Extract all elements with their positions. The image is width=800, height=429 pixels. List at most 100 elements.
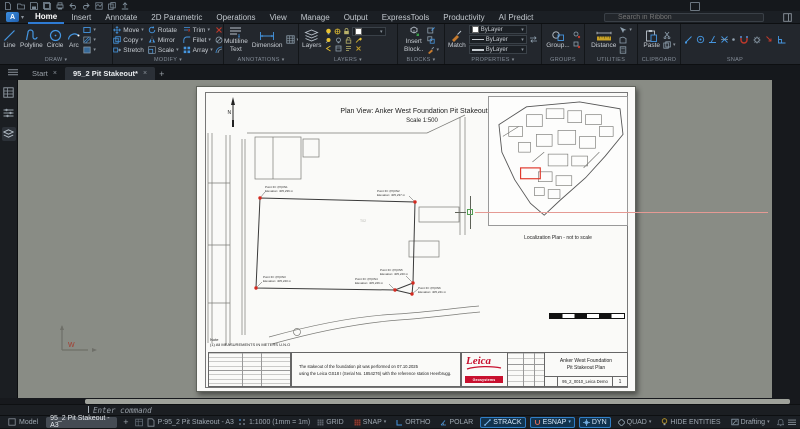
layer-freeze-icon[interactable] xyxy=(334,28,341,35)
properties-section-label[interactable]: PROPERTIES▾ xyxy=(445,55,541,64)
blocks-section-label[interactable]: BLOCKS▾ xyxy=(398,55,444,64)
trim-button[interactable]: Trim▾ xyxy=(183,25,213,35)
tab-productivity[interactable]: Productivity xyxy=(436,11,491,24)
filters-panel-button[interactable] xyxy=(2,106,16,120)
snap-center-icon[interactable] xyxy=(696,35,705,44)
block-attach-button[interactable] xyxy=(427,36,440,44)
distance-button[interactable]: Distance xyxy=(590,30,617,50)
lineweight-combo[interactable]: ByLayer▾ xyxy=(469,45,527,54)
snap-settings-icon[interactable] xyxy=(752,35,762,45)
print-icon[interactable] xyxy=(56,2,64,10)
new-file-icon[interactable] xyxy=(4,2,12,10)
doc-tab-current[interactable]: 95_2 Pit Stakeout*× xyxy=(65,67,155,80)
color-combo[interactable]: ByLayer▾ xyxy=(469,25,527,34)
layer-states-icon[interactable] xyxy=(335,45,342,52)
offset-button[interactable] xyxy=(215,46,223,54)
layer-previous-icon[interactable] xyxy=(325,45,332,52)
close-icon[interactable]: × xyxy=(143,70,147,77)
toggle-dyn[interactable]: DYN xyxy=(579,417,611,428)
tab-2d-parametric[interactable]: 2D Parametric xyxy=(144,11,209,24)
stretch-button[interactable]: Stretch xyxy=(113,45,144,55)
layer-match-icon[interactable] xyxy=(355,37,362,44)
tab-expresstools[interactable]: ExpressTools xyxy=(375,11,437,24)
statusbar-menu-icon[interactable] xyxy=(788,419,796,426)
notifications-bell-icon[interactable] xyxy=(777,418,784,427)
layer-delete-icon[interactable] xyxy=(355,45,362,52)
groups-section-label[interactable]: GROUPS xyxy=(542,55,584,64)
layer-select-combo[interactable]: ▾ xyxy=(352,27,386,36)
rectangle-button[interactable]: ▾ xyxy=(83,26,96,34)
annotations-section-label[interactable]: ANNOTATIONS▾ xyxy=(224,55,298,64)
layout-list-icon[interactable] xyxy=(135,418,143,427)
copy-button[interactable]: Copy▾ xyxy=(113,35,144,45)
scale-button[interactable]: Scale▾ xyxy=(148,45,179,55)
tab-manage[interactable]: Manage xyxy=(294,11,337,24)
rotate-button[interactable]: Rotate xyxy=(148,25,179,35)
drawing-canvas[interactable]: N Plan View: Anker West Foundation Pit S… xyxy=(18,80,772,398)
paste-button[interactable]: Paste xyxy=(642,29,661,50)
id-point-button[interactable]: ▾ xyxy=(619,26,632,34)
layout-tab[interactable]: 95_2 Pit Stakeout - A3 xyxy=(46,417,117,428)
tab-view[interactable]: View xyxy=(263,11,294,24)
snap-intersection-icon[interactable] xyxy=(720,35,729,44)
mirror-button[interactable]: Mirror xyxy=(148,35,179,45)
multiline-text-button[interactable]: MultilineText xyxy=(223,26,249,53)
layer-merge-icon[interactable] xyxy=(345,45,352,52)
toggle-polar[interactable]: POLAR xyxy=(437,417,476,428)
layers-panel-button[interactable] xyxy=(2,127,16,141)
match-properties-button[interactable]: Match xyxy=(447,30,467,50)
properties-panel-button[interactable] xyxy=(2,85,16,99)
window-icon[interactable] xyxy=(690,2,700,11)
calculator-button[interactable] xyxy=(619,46,632,54)
app-menu-chevron-icon[interactable]: ▾ xyxy=(21,14,24,21)
group-button[interactable]: Group... xyxy=(545,30,570,50)
linetype-combo[interactable]: ByLayer▾ xyxy=(469,35,527,44)
model-tab[interactable]: Model xyxy=(4,417,42,428)
ungroup-button[interactable] xyxy=(573,31,581,39)
save-icon[interactable] xyxy=(30,2,38,10)
block-brush-button[interactable]: ▾ xyxy=(427,46,440,54)
copy-clip-button[interactable]: ▾ xyxy=(663,41,676,49)
polyline-button[interactable]: Polyline xyxy=(19,29,44,50)
toggle-esnap[interactable]: ESNAP▾ xyxy=(530,417,575,428)
tab-output[interactable]: Output xyxy=(337,11,375,24)
redo-icon[interactable] xyxy=(82,2,90,10)
tab-home[interactable]: Home xyxy=(28,11,64,24)
new-layout-button[interactable]: + xyxy=(121,417,130,427)
tab-insert[interactable]: Insert xyxy=(64,11,98,24)
insert-block-button[interactable]: InsertBlock.. xyxy=(403,26,425,53)
toggle-grid[interactable]: GRID xyxy=(314,417,347,428)
layer-unlock-icon[interactable] xyxy=(345,37,352,44)
snap-from-icon[interactable] xyxy=(765,35,774,44)
snap-section-label[interactable]: SNAP xyxy=(681,55,789,64)
new-document-button[interactable]: + xyxy=(155,69,170,80)
snap-magnet-icon[interactable] xyxy=(739,35,749,45)
hatch-button[interactable]: ▾ xyxy=(83,36,96,44)
snap-node-icon[interactable] xyxy=(731,37,736,42)
toggle-snap[interactable]: SNAP▾ xyxy=(351,417,390,428)
save-all-icon[interactable] xyxy=(43,2,51,10)
move-button[interactable]: Move▾ xyxy=(113,25,144,35)
circle-button[interactable]: Circle xyxy=(46,29,65,50)
snap-nearest-icon[interactable] xyxy=(708,35,717,44)
workspace-drafting[interactable]: Drafting▾ xyxy=(728,417,773,428)
doc-menu-icon[interactable] xyxy=(8,69,18,76)
properties-transfer-icon[interactable] xyxy=(529,35,538,44)
layer-lock-icon[interactable] xyxy=(343,28,350,35)
open-file-icon[interactable] xyxy=(17,2,25,10)
plot-icon[interactable] xyxy=(95,2,103,10)
array-button[interactable]: Array▾ xyxy=(183,45,213,55)
modify-section-label[interactable]: MODIFY▾ xyxy=(113,56,223,64)
publish-icon[interactable] xyxy=(121,2,129,10)
erase-button[interactable] xyxy=(215,26,223,34)
tab-ai-predict[interactable]: AI Predict xyxy=(492,11,541,24)
layer-off-icon[interactable] xyxy=(335,37,342,44)
group-edit-button[interactable] xyxy=(573,41,581,49)
layer-isolate-icon[interactable] xyxy=(325,37,332,44)
area-button[interactable] xyxy=(619,36,632,44)
toggle-hide-entities[interactable]: HIDE ENTITIES xyxy=(658,417,723,428)
draw-section-label[interactable]: DRAW▾ xyxy=(0,55,112,64)
clipboard-section-label[interactable]: CLIPBOARD xyxy=(638,55,680,64)
search-input[interactable] xyxy=(604,13,764,22)
explode-button[interactable] xyxy=(215,36,223,44)
